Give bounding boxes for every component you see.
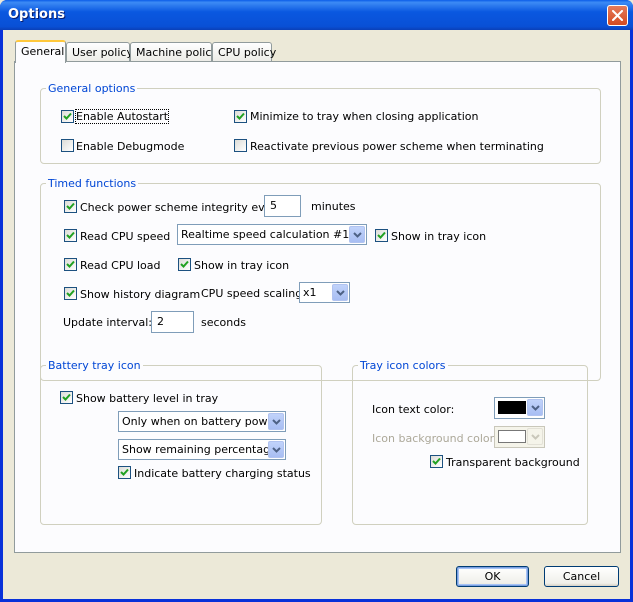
tab-cpu-policy[interactable]: CPU policy xyxy=(212,42,276,62)
dropdown-value: Only when on battery power xyxy=(122,415,279,428)
show-battery-level-checkbox[interactable] xyxy=(60,391,73,404)
battery-display-condition-dropdown[interactable]: Only when on battery power xyxy=(118,411,286,432)
read-cpu-load-label[interactable]: Read CPU load xyxy=(80,259,161,272)
dropdown-arrow-button[interactable] xyxy=(332,284,348,301)
close-button[interactable] xyxy=(607,5,628,26)
seconds-unit-label: seconds xyxy=(201,316,246,329)
options-window: Options General User policy Machine poli… xyxy=(0,0,633,602)
group-title: Timed functions xyxy=(48,177,137,190)
tab-label: CPU policy xyxy=(218,46,277,59)
reactivate-scheme-label[interactable]: Reactivate previous power scheme when te… xyxy=(250,140,544,153)
speed-show-in-tray-checkbox[interactable] xyxy=(375,229,388,242)
chevron-down-icon xyxy=(272,447,281,453)
dialog-client-area: General User policy Machine policy CPU p… xyxy=(3,30,630,599)
dropdown-value: x1 xyxy=(303,286,317,299)
integrity-minutes-input[interactable]: 5 xyxy=(264,195,301,217)
show-history-label[interactable]: Show history diagram xyxy=(80,288,200,301)
checkmark-icon xyxy=(236,112,245,120)
show-battery-level-label[interactable]: Show battery level in tray xyxy=(76,392,218,405)
transparent-background-checkbox[interactable] xyxy=(430,455,443,468)
load-show-in-tray-checkbox[interactable] xyxy=(178,258,191,271)
chevron-down-icon xyxy=(272,419,281,425)
tab-general[interactable]: General xyxy=(15,40,66,63)
reactivate-scheme-checkbox[interactable] xyxy=(234,139,247,152)
icon-text-color-picker[interactable] xyxy=(494,397,545,419)
chevron-down-icon xyxy=(336,290,345,296)
tab-label: User policy xyxy=(72,46,133,59)
group-title: Tray icon colors xyxy=(360,359,446,372)
color-swatch xyxy=(498,401,526,414)
read-cpu-speed-label[interactable]: Read CPU speed xyxy=(80,230,170,243)
minutes-unit-label: minutes xyxy=(311,200,356,213)
tab-label: General xyxy=(21,45,65,58)
checkmark-icon xyxy=(377,231,386,239)
dropdown-arrow-button[interactable] xyxy=(268,441,284,458)
minimize-to-tray-checkbox[interactable] xyxy=(234,110,247,123)
color-swatch xyxy=(498,430,526,443)
cpu-speed-scaling-dropdown[interactable]: x1 xyxy=(299,282,350,303)
cpu-speed-scaling-label: CPU speed scaling: xyxy=(201,287,306,300)
update-interval-input[interactable]: 2 xyxy=(151,311,194,333)
group-title: General options xyxy=(48,82,136,95)
ok-button[interactable]: OK xyxy=(456,566,529,587)
cpu-speed-method-dropdown[interactable]: Realtime speed calculation #1 xyxy=(177,224,367,245)
checkmark-icon xyxy=(180,260,189,268)
close-icon xyxy=(612,10,623,21)
chevron-down-icon xyxy=(531,405,540,411)
indicate-charging-label[interactable]: Indicate battery charging status xyxy=(134,467,311,480)
icon-background-color-label: Icon background color: xyxy=(372,432,498,445)
check-integrity-checkbox[interactable] xyxy=(64,200,77,213)
dropdown-value: Realtime speed calculation #1 xyxy=(181,228,350,241)
tab-user-policy[interactable]: User policy xyxy=(66,42,133,62)
group-title: Battery tray icon xyxy=(48,359,141,372)
enable-autostart-checkbox[interactable] xyxy=(61,110,74,123)
battery-display-mode-dropdown[interactable]: Show remaining percentage xyxy=(118,439,286,460)
checkmark-icon xyxy=(432,457,441,465)
dropdown-arrow-button[interactable] xyxy=(527,399,543,416)
window-title: Options xyxy=(8,7,65,22)
general-tab-panel: General options Enable Autostart Minimiz… xyxy=(14,61,621,553)
icon-background-color-picker[interactable] xyxy=(494,426,545,448)
enable-autostart-label[interactable]: Enable Autostart xyxy=(74,109,170,124)
enable-debugmode-checkbox[interactable] xyxy=(61,139,74,152)
update-interval-label: Update interval: xyxy=(63,316,152,329)
cancel-button[interactable]: Cancel xyxy=(544,566,619,587)
transparent-background-label[interactable]: Transparent background xyxy=(446,456,580,469)
title-bar[interactable]: Options xyxy=(0,0,633,30)
checkmark-icon xyxy=(66,231,75,239)
speed-show-in-tray-label[interactable]: Show in tray icon xyxy=(391,230,486,243)
dropdown-value: Show remaining percentage xyxy=(122,443,277,456)
chevron-down-icon xyxy=(531,434,540,440)
load-show-in-tray-label[interactable]: Show in tray icon xyxy=(194,259,289,272)
chevron-down-icon xyxy=(353,232,362,238)
checkmark-icon xyxy=(66,260,75,268)
checkmark-icon xyxy=(66,202,75,210)
minimize-to-tray-label[interactable]: Minimize to tray when closing applicatio… xyxy=(250,110,478,123)
dropdown-arrow-button[interactable] xyxy=(349,226,365,243)
dropdown-arrow-button[interactable] xyxy=(268,413,284,430)
indicate-charging-checkbox[interactable] xyxy=(118,466,131,479)
checkmark-icon xyxy=(63,112,72,120)
read-cpu-load-checkbox[interactable] xyxy=(64,258,77,271)
tab-label: Machine policy xyxy=(136,46,218,59)
checkmark-icon xyxy=(66,289,75,297)
dropdown-arrow-button[interactable] xyxy=(527,428,543,445)
check-integrity-label[interactable]: Check power scheme integrity every xyxy=(80,201,282,214)
show-history-checkbox[interactable] xyxy=(64,287,77,300)
tab-machine-policy[interactable]: Machine policy xyxy=(130,42,218,62)
icon-text-color-label: Icon text color: xyxy=(372,403,455,416)
enable-debugmode-label[interactable]: Enable Debugmode xyxy=(76,140,184,153)
read-cpu-speed-checkbox[interactable] xyxy=(64,229,77,242)
checkmark-icon xyxy=(62,393,71,401)
checkmark-icon xyxy=(120,468,129,476)
